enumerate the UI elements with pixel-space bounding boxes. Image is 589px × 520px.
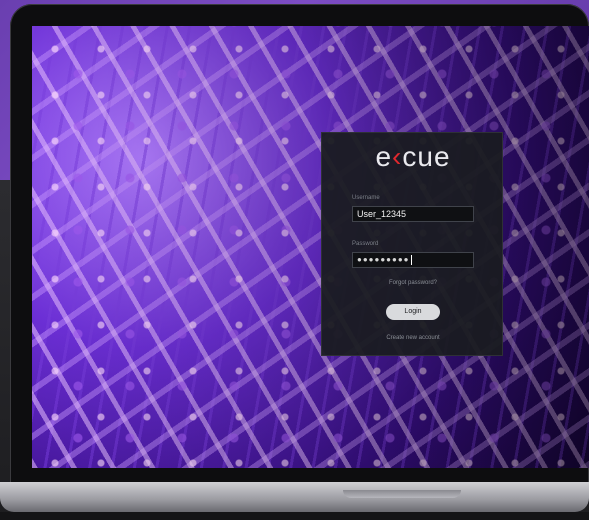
wallpaper-shade bbox=[32, 26, 589, 468]
login-card: e‹cue Username User_12345 Password ●●●●●… bbox=[321, 132, 503, 356]
password-field[interactable]: ●●●●●●●●● bbox=[352, 252, 474, 268]
forgot-password-link[interactable]: Forgot password? bbox=[322, 280, 504, 286]
login-button[interactable]: Login bbox=[386, 304, 440, 320]
brand-logo: e‹cue bbox=[322, 141, 504, 173]
laptop-screen bbox=[32, 26, 589, 468]
text-caret bbox=[410, 254, 412, 265]
laptop-base bbox=[0, 482, 589, 512]
create-account-link[interactable]: Create new account bbox=[322, 335, 504, 341]
password-label: Password bbox=[352, 241, 379, 247]
username-field[interactable]: User_12345 bbox=[352, 206, 474, 222]
logo-prefix: e bbox=[375, 141, 393, 172]
logo-suffix: cue bbox=[402, 141, 451, 172]
password-mask: ●●●●●●●●● bbox=[357, 255, 410, 264]
laptop-notch bbox=[343, 490, 461, 498]
laptop-shadow bbox=[0, 512, 589, 520]
logo-accent: ‹ bbox=[392, 141, 403, 172]
username-label: Username bbox=[352, 195, 380, 201]
